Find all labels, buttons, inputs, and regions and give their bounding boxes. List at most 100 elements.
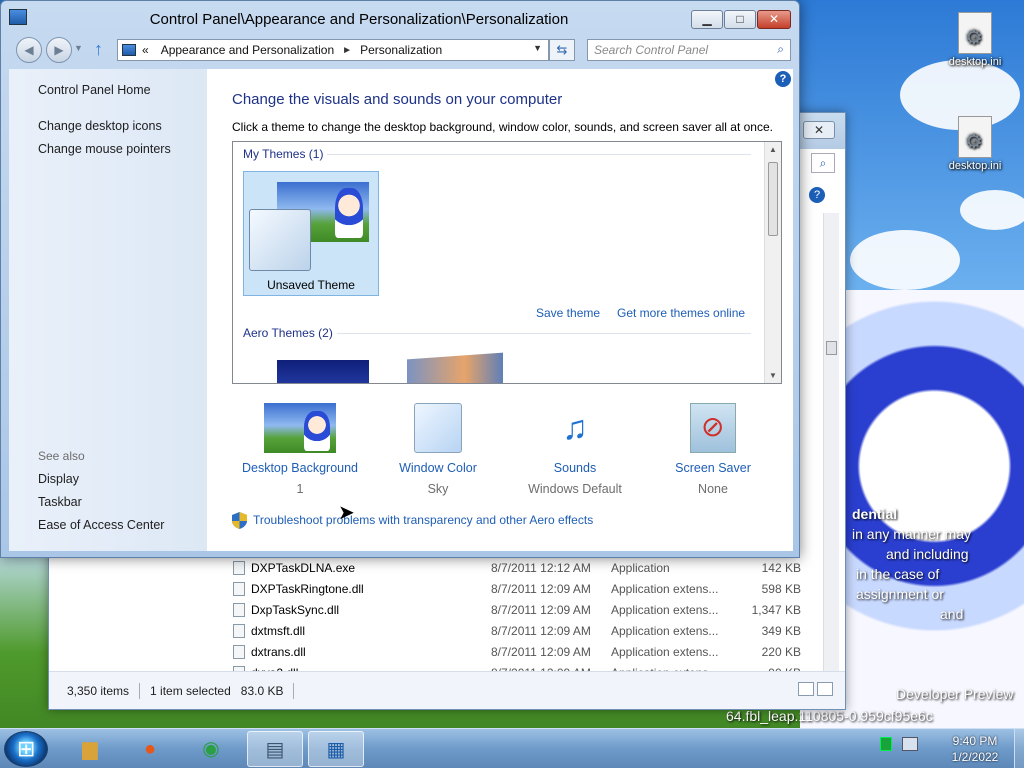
page-title: Change the visuals and sounds on your co… [232,91,563,108]
customize-label: Window Color [399,461,477,475]
mouse-cursor-icon: ➤ [338,502,355,524]
ease-of-access-link[interactable]: Ease of Access Center [38,518,164,532]
show-desktop-button[interactable] [1014,729,1024,768]
file-list: DXPTaskDLNA.exe 8/7/2011 12:12 AM Applic… [233,557,813,683]
scroll-up-icon[interactable]: ▲ [769,145,777,154]
shield-icon [232,512,247,529]
table-row[interactable]: DXPTaskDLNA.exe 8/7/2011 12:12 AM Applic… [233,557,813,578]
explorer-scrollbar[interactable] [823,213,839,679]
breadcrumb-separator[interactable]: ► [342,45,352,56]
display-link[interactable]: Display [38,472,79,486]
change-desktop-icons-link[interactable]: Change desktop icons [38,119,162,133]
control-panel-taskbar-button[interactable]: ▦ [308,731,364,767]
file-size: 142 KB [761,560,801,575]
settings-file-icon [958,116,992,158]
wallpaper-text: dential [852,506,898,522]
file-icon [233,623,245,638]
file-size: 220 KB [761,644,801,659]
unsaved-theme-tile[interactable]: Unsaved Theme [243,171,379,296]
table-row[interactable]: dxtrans.dll 8/7/2011 12:09 AM Applicatio… [233,641,813,662]
save-theme-link[interactable]: Save theme [536,306,600,320]
up-arrow-icon[interactable]: ↑ [94,39,103,60]
search-icon[interactable]: ⌕ [777,42,784,57]
sounds-icon: ♫ [562,409,588,447]
desktop-background-button[interactable]: Desktop Background 1 [235,403,365,496]
file-icon [233,581,245,596]
maximize-button[interactable]: □ [724,10,756,29]
divider [327,154,751,155]
file-type: Application extens... [611,602,719,617]
table-row[interactable]: DXPTaskRingtone.dll 8/7/2011 12:09 AM Ap… [233,578,813,599]
change-mouse-pointers-link[interactable]: Change mouse pointers [38,142,171,156]
taskbar: ▆ ● ◉ ▤ ▦ 9:40 PM 1/2/2022 [0,728,1024,768]
table-row[interactable]: dxtmsft.dll 8/7/2011 12:09 AM Applicatio… [233,620,813,641]
control-panel-home-link[interactable]: Control Panel Home [38,83,151,97]
screen-saver-button[interactable]: Screen Saver None [648,403,778,496]
screen-saver-icon [690,403,736,453]
aero-theme-thumbnail[interactable] [277,360,369,383]
get-more-themes-link[interactable]: Get more themes online [617,306,745,320]
wallpaper-text: Developer Preview [896,686,1014,702]
search-input[interactable]: Search Control Panel ⌕ [587,39,791,61]
scroll-thumb[interactable] [768,162,778,236]
chevron-down-icon[interactable]: ▼ [74,43,83,53]
troubleshoot-aero-link[interactable]: Troubleshoot problems with transparency … [253,513,593,527]
file-type: Application extens... [611,644,719,659]
forward-button[interactable]: ▶ [46,37,72,63]
status-indicator-icon[interactable] [880,737,892,751]
desktop-icon-file[interactable]: desktop.ini [940,12,1010,68]
file-icon [233,644,245,659]
file-date: 8/7/2011 12:09 AM [491,623,591,638]
file-explorer-taskbar-button[interactable]: ▆ [62,731,118,767]
theme-list-scrollbar[interactable]: ▲ ▼ [764,142,781,383]
back-button[interactable]: ◀ [16,37,42,63]
file-type: Application [611,560,670,575]
desktop-icon-file[interactable]: desktop.ini [940,116,1010,172]
file-date: 8/7/2011 12:09 AM [491,581,591,596]
search-icon[interactable]: ⌕ [811,153,835,173]
refresh-button[interactable]: ⇆ [549,39,575,61]
network-icon[interactable] [902,737,918,751]
selection-size: 83.0 KB [240,683,284,698]
taskbar-link[interactable]: Taskbar [38,495,82,509]
wallpaper-text: in the case of [856,566,940,582]
scroll-thumb[interactable] [826,341,837,355]
start-button[interactable] [4,731,48,767]
file-type: Application extens... [611,623,719,638]
breadcrumb-overflow[interactable]: « [142,43,149,57]
customize-label: Desktop Background [241,461,359,475]
explorer-close-button[interactable]: ✕ [803,121,835,139]
page-description: Click a theme to change the desktop back… [232,120,773,134]
help-icon[interactable]: ? [809,187,825,203]
file-date: 8/7/2011 12:09 AM [491,602,591,617]
details-view-icon[interactable] [798,682,814,696]
aero-theme-thumbnail[interactable] [407,352,503,383]
scroll-down-icon[interactable]: ▼ [769,371,777,380]
preview-view-icon[interactable] [817,682,833,696]
window-color-button[interactable]: Window Color Sky [373,403,503,496]
minimize-button[interactable]: ▁ [691,10,723,29]
customize-label: Screen Saver [675,461,751,475]
file-icon [233,602,245,617]
firefox-taskbar-button[interactable]: ● [122,731,178,767]
chrome-taskbar-button[interactable]: ◉ [183,731,239,767]
theme-list[interactable]: My Themes (1) Unsaved Theme Save theme G… [232,141,782,384]
aero-themes-heading: Aero Themes (2) [243,326,333,340]
help-icon[interactable]: ? [775,71,791,87]
resource-monitor-taskbar-button[interactable]: ▤ [247,731,303,767]
control-panel-icon [122,44,136,56]
item-count: 3,350 items [67,683,130,698]
address-bar[interactable]: « Appearance and Personalization ► Perso… [117,39,549,61]
chevron-down-icon[interactable]: ▼ [533,43,542,53]
close-button[interactable]: ✕ [757,10,791,29]
file-size: 598 KB [761,581,801,596]
wallpaper-text: and including [886,546,969,562]
customize-label: Sounds [553,461,597,475]
breadcrumb-item[interactable]: Personalization [360,43,442,57]
taskbar-clock[interactable]: 9:40 PM 1/2/2022 [944,733,1006,765]
table-row[interactable]: DxpTaskSync.dll 8/7/2011 12:09 AM Applic… [233,599,813,620]
customize-value: 1 [296,482,304,496]
sounds-button[interactable]: ♫ Sounds Windows Default [510,403,640,496]
breadcrumb-item[interactable]: Appearance and Personalization [161,43,334,57]
control-panel-window[interactable]: Control Panel\Appearance and Personaliza… [0,0,800,558]
